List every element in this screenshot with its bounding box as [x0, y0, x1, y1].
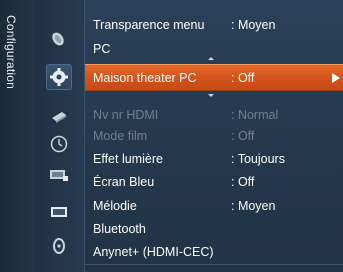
menu-item-value: : Moyen — [231, 199, 276, 213]
scroll-up-indicator — [208, 57, 214, 60]
menu-item-value: : Off — [231, 129, 255, 143]
menu-panel: Transparence menu : Moyen PC Maison thea… — [84, 0, 343, 272]
submenu-arrow-icon — [332, 73, 340, 83]
category-tab: Configuration — [0, 0, 34, 272]
menu-item-melodie[interactable]: Mélodie : Moyen — [85, 195, 343, 217]
menu-item-mode-film: Mode film : Off — [85, 125, 343, 147]
clock-icon[interactable] — [46, 131, 72, 157]
screen-icon[interactable] — [46, 199, 72, 225]
menu-item-label: Écran Bleu — [93, 175, 155, 189]
menu-item-effet-lumiere[interactable]: Effet lumière : Toujours — [85, 148, 343, 170]
menu-item-nv-nr-hdmi: Nv nr HDMI : Normal — [85, 104, 343, 126]
menu-item-label: Mode film — [93, 129, 148, 143]
scroll-down-indicator — [208, 94, 214, 97]
menu-item-label: Anynet+ (HDMI-CEC) — [93, 245, 214, 259]
menu-item-value: : Moyen — [231, 18, 276, 32]
tv-settings-menu: Configuration Transparence menu: Moyen … — [0, 0, 343, 272]
menu-item-label: Effet lumière — [93, 152, 163, 166]
menu-item-label: Mélodie — [93, 199, 137, 213]
category-icon-column — [34, 0, 84, 272]
support-icon[interactable] — [46, 233, 72, 259]
satellite-dish-icon[interactable] — [46, 25, 72, 51]
category-label: Configuration — [4, 15, 18, 89]
gear-icon[interactable] — [46, 64, 72, 90]
menu-item-transparence[interactable]: Transparence menu : Moyen — [85, 14, 343, 36]
menu-item-label: PC — [93, 42, 111, 56]
menu-item-pc[interactable]: PC — [85, 38, 343, 60]
menu-item-value: : Normal — [231, 108, 279, 122]
menu-item-label: Transparence menu — [93, 18, 205, 32]
menu-item-value: : Off — [231, 71, 255, 85]
menu-item-label: Maison theater PC — [93, 71, 197, 85]
bottom-divider — [85, 264, 343, 265]
menu-item-label: Bluetooth — [93, 222, 146, 236]
menu-item-bluetooth[interactable]: Bluetooth — [85, 218, 343, 240]
menu-item-ecran-bleu[interactable]: Écran Bleu : Off — [85, 171, 343, 193]
menu-item-anynet[interactable]: Anynet+ (HDMI-CEC) — [85, 241, 343, 263]
menu-item-label: Nv nr HDMI — [93, 108, 159, 122]
menu-item-value: : Toujours — [231, 152, 285, 166]
menu-item-maison-theater-pc[interactable]: Maison theater PC : Off — [85, 64, 343, 91]
remote-control-icon[interactable] — [46, 103, 72, 129]
input-source-icon[interactable] — [46, 162, 72, 188]
menu-item-value: : Off — [231, 175, 255, 189]
